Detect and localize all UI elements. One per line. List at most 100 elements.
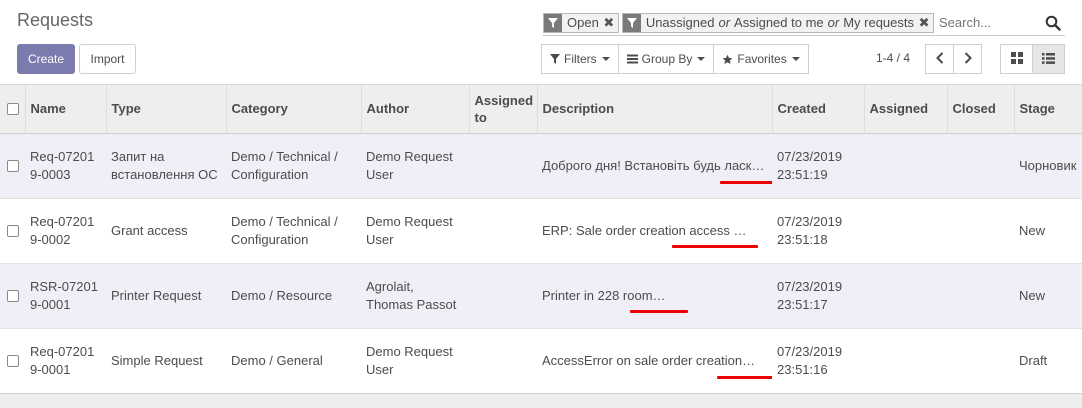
filter-icon (544, 13, 562, 32)
filter-icon (550, 54, 560, 64)
red-underline-annotation (630, 309, 688, 313)
caret-down-icon (601, 57, 610, 61)
filter-icon (622, 13, 641, 32)
column-header-created[interactable]: Created (772, 85, 865, 134)
description-text: Доброго дня! Встановіть будь ласк… (542, 157, 765, 173)
table-header: Name Type Category Author Assigned to De… (0, 85, 1082, 134)
column-header-name[interactable]: Name (25, 85, 107, 134)
table-row[interactable]: Req-072019-0001 Simple Request Demo / Ge… (0, 328, 1082, 394)
cell-stage: Чорновик (1014, 133, 1082, 199)
cell-stage: New (1014, 263, 1082, 329)
facet-separator: or (827, 15, 840, 30)
cell-name: Req-072019-0002 (25, 198, 106, 264)
cell-type: Запит на встановлення ОС (106, 133, 226, 199)
favorites-dropdown[interactable]: Favorites (713, 44, 809, 74)
select-all-cell[interactable] (0, 85, 26, 134)
import-button[interactable]: Import (79, 44, 136, 74)
cell-created: 07/23/2019 23:51:16 (772, 328, 864, 394)
cell-assigned-to (469, 198, 537, 264)
cell-created: 07/23/2019 23:51:17 (772, 263, 864, 329)
cell-closed (947, 198, 1014, 264)
favorites-label: Favorites (737, 52, 787, 66)
row-checkbox[interactable] (7, 159, 19, 172)
column-header-description[interactable]: Description (537, 85, 773, 134)
red-underline-annotation (672, 244, 758, 248)
search-input[interactable] (937, 11, 1045, 34)
pager-next-button[interactable] (953, 44, 982, 74)
description-text: ERP: Sale order creation access … (542, 222, 747, 238)
row-checkbox[interactable] (7, 224, 19, 237)
cell-category: Demo / General (226, 328, 361, 394)
bars-icon (626, 54, 638, 64)
pager-value[interactable]: 1-4 / 4 (876, 51, 910, 65)
list-footer (0, 393, 1082, 408)
cell-stage: New (1014, 198, 1082, 264)
cell-name: Req-072019-0001 (25, 328, 106, 394)
group-by-label: Group By (641, 52, 693, 66)
row-checkbox[interactable] (7, 354, 19, 367)
red-underline-annotation (720, 180, 772, 184)
description-text: Printer in 228 room… (542, 287, 666, 303)
cell-category: Demo / Technical / Configuration (226, 133, 361, 199)
kanban-view-button[interactable] (1000, 44, 1033, 74)
column-header-type[interactable]: Type (106, 85, 227, 134)
description-text: AccessError on sale order creation… (542, 352, 756, 368)
chevron-right-icon (964, 51, 972, 67)
select-all-checkbox[interactable] (7, 102, 19, 115)
search-icon[interactable] (1045, 15, 1061, 31)
cell-assigned (864, 133, 947, 199)
caret-down-icon (791, 57, 800, 61)
pager-previous-button[interactable] (925, 44, 954, 74)
facet-value: Unassigned (645, 15, 715, 30)
remove-facet-icon[interactable]: ✖ (918, 14, 930, 32)
column-header-stage[interactable]: Stage (1014, 85, 1082, 134)
red-underline-annotation (717, 375, 772, 379)
cell-closed (947, 133, 1014, 199)
search-options: Filters Group By Favorites (541, 44, 809, 74)
cell-assigned-to (469, 263, 537, 329)
cell-assigned-to (469, 328, 537, 394)
cell-assigned (864, 263, 947, 329)
cell-name: Req-072019-0003 (25, 133, 106, 199)
cell-author: Demo Request User (361, 198, 469, 264)
requests-list: Name Type Category Author Assigned to De… (0, 84, 1082, 408)
table-row[interactable]: Req-072019-0002 Grant access Demo / Tech… (0, 198, 1082, 264)
search-bar: Open ✖ Unassigned or Assigned to me or M… (543, 10, 1065, 36)
cell-category: Demo / Technical / Configuration (226, 198, 361, 264)
create-button[interactable]: Create (17, 44, 75, 74)
cell-category: Demo / Resource (226, 263, 361, 329)
cell-assigned (864, 198, 947, 264)
table-row[interactable]: Req-072019-0003 Запит на встановлення ОС… (0, 133, 1082, 199)
cell-description: ERP: Sale order creation access … (537, 198, 772, 264)
cell-stage: Draft (1014, 328, 1082, 394)
cell-closed (947, 263, 1014, 329)
list-view-button[interactable] (1032, 44, 1065, 74)
cell-assigned-to (469, 133, 537, 199)
column-header-category[interactable]: Category (226, 85, 362, 134)
row-checkbox[interactable] (7, 289, 19, 302)
column-header-assigned-to[interactable]: Assigned to (469, 85, 538, 134)
cell-description: AccessError on sale order creation… (537, 328, 772, 394)
table-row[interactable]: RSR-072019-0001 Printer Request Demo / R… (0, 263, 1082, 329)
search-facet-assignment: Unassigned or Assigned to me or My reque… (621, 12, 935, 33)
cell-type: Simple Request (106, 328, 226, 394)
requests-table: Name Type Category Author Assigned to De… (0, 85, 1082, 394)
list-icon (1042, 52, 1055, 67)
column-header-assigned[interactable]: Assigned (864, 85, 948, 134)
cell-type: Printer Request (106, 263, 226, 329)
star-icon (722, 54, 733, 65)
caret-down-icon (697, 57, 706, 61)
remove-facet-icon[interactable]: ✖ (603, 14, 615, 32)
cell-type: Grant access (106, 198, 226, 264)
filters-dropdown[interactable]: Filters (541, 44, 619, 74)
cell-author: Demo Request User (361, 133, 469, 199)
search-facet-open: Open ✖ (543, 12, 619, 33)
column-header-author[interactable]: Author (361, 85, 470, 134)
facet-value: My requests (843, 15, 915, 30)
group-by-dropdown[interactable]: Group By (617, 44, 715, 74)
column-header-closed[interactable]: Closed (947, 85, 1015, 134)
facet-value: Assigned to me (734, 15, 824, 30)
chevron-left-icon (935, 51, 944, 67)
cell-description: Доброго дня! Встановіть будь ласк… (537, 133, 772, 199)
cell-assigned (864, 328, 947, 394)
